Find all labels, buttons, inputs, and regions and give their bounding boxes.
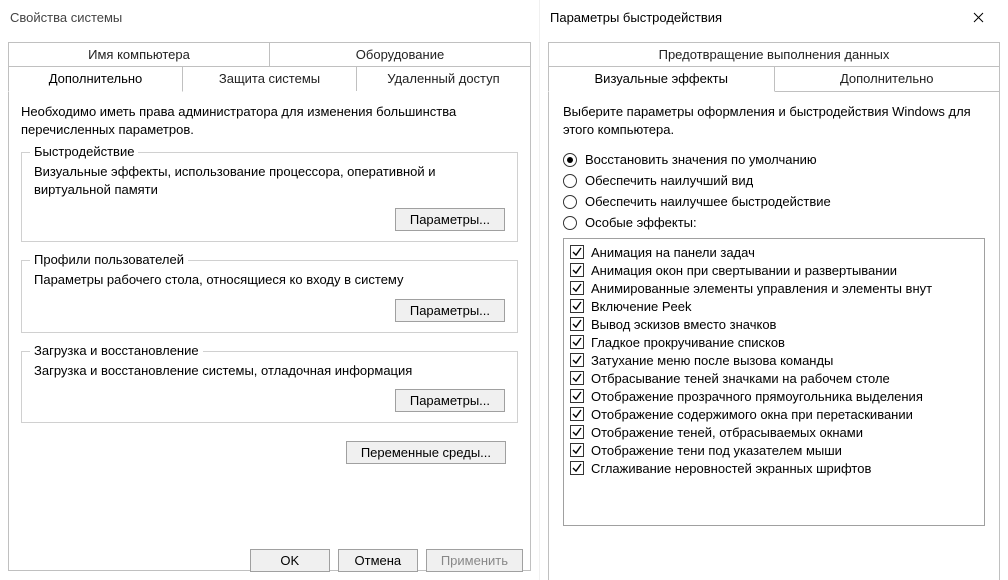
check-label: Отбрасывание теней значками на рабочем с…: [591, 371, 890, 386]
checkbox-icon: [570, 299, 584, 313]
check-label: Анимация на панели задач: [591, 245, 755, 260]
checkbox-icon: [570, 443, 584, 457]
check-option-9[interactable]: Отображение содержимого окна при перетас…: [570, 405, 978, 423]
checkbox-icon: [570, 281, 584, 295]
dialog-buttons-left: OK Отмена Применить: [250, 549, 523, 572]
checkbox-icon: [570, 335, 584, 349]
tabs-row-lower: Визуальные эффекты Дополнительно: [548, 67, 1000, 92]
group-user-profiles: Профили пользователей Параметры рабочего…: [21, 260, 518, 333]
tab-visual-effects[interactable]: Визуальные эффекты: [548, 66, 775, 92]
check-option-11[interactable]: Отображение тени под указателем мыши: [570, 441, 978, 459]
group-desc: Визуальные эффекты, использование процес…: [34, 163, 505, 198]
group-legend: Быстродействие: [30, 144, 138, 159]
group-desc: Загрузка и восстановление системы, отлад…: [34, 362, 505, 380]
check-label: Включение Peek: [591, 299, 691, 314]
tab-computer-name[interactable]: Имя компьютера: [8, 42, 270, 67]
apply-button[interactable]: Применить: [426, 549, 523, 572]
checkbox-icon: [570, 425, 584, 439]
admin-note: Необходимо иметь права администратора дл…: [21, 103, 518, 138]
radio-icon: [563, 174, 577, 188]
radio-icon: [563, 195, 577, 209]
tab-hardware[interactable]: Оборудование: [270, 42, 531, 67]
check-label: Затухание меню после вызова команды: [591, 353, 833, 368]
check-label: Отображение тени под указателем мыши: [591, 443, 842, 458]
checkbox-icon: [570, 245, 584, 259]
radio-option-1[interactable]: Обеспечить наилучший вид: [563, 173, 985, 188]
check-option-5[interactable]: Гладкое прокручивание списков: [570, 333, 978, 351]
check-option-6[interactable]: Затухание меню после вызова команды: [570, 351, 978, 369]
system-properties-dialog: Свойства системы Имя компьютера Оборудов…: [0, 0, 540, 580]
advanced-panel: Необходимо иметь права администратора дл…: [8, 91, 531, 571]
checkbox-icon: [570, 461, 584, 475]
radio-option-2[interactable]: Обеспечить наилучшее быстродействие: [563, 194, 985, 209]
check-label: Отображение содержимого окна при перетас…: [591, 407, 913, 422]
startup-recovery-settings-button[interactable]: Параметры...: [395, 389, 505, 412]
tabs-row-upper: Имя компьютера Оборудование: [8, 42, 531, 67]
environment-variables-button[interactable]: Переменные среды...: [346, 441, 506, 464]
tab-advanced-perf[interactable]: Дополнительно: [775, 66, 1001, 92]
checkbox-icon: [570, 263, 584, 277]
effects-checklist[interactable]: Анимация на панели задач Анимация окон пр…: [563, 238, 985, 526]
check-option-0[interactable]: Анимация на панели задач: [570, 243, 978, 261]
tabs-row-lower: Дополнительно Защита системы Удаленный д…: [8, 67, 531, 92]
check-option-8[interactable]: Отображение прозрачного прямоугольника в…: [570, 387, 978, 405]
group-performance: Быстродействие Визуальные эффекты, испол…: [21, 152, 518, 242]
cancel-button[interactable]: Отмена: [338, 549, 418, 572]
check-option-10[interactable]: Отображение теней, отбрасываемых окнами: [570, 423, 978, 441]
window-title: Параметры быстродействия: [550, 10, 722, 25]
group-desc: Параметры рабочего стола, относящиеся ко…: [34, 271, 505, 289]
tab-system-protection[interactable]: Защита системы: [183, 66, 357, 92]
tab-advanced[interactable]: Дополнительно: [8, 66, 183, 92]
check-label: Гладкое прокручивание списков: [591, 335, 785, 350]
check-label: Отображение теней, отбрасываемых окнами: [591, 425, 863, 440]
group-startup-recovery: Загрузка и восстановление Загрузка и вос…: [21, 351, 518, 424]
radio-icon: [563, 153, 577, 167]
user-profiles-settings-button[interactable]: Параметры...: [395, 299, 505, 322]
checkbox-icon: [570, 353, 584, 367]
check-label: Анимированные элементы управления и элем…: [591, 281, 932, 296]
performance-options-dialog: Параметры быстродействия Предотвращение …: [540, 0, 1008, 580]
performance-settings-button[interactable]: Параметры...: [395, 208, 505, 231]
group-legend: Загрузка и восстановление: [30, 343, 203, 358]
checkbox-icon: [570, 407, 584, 421]
check-label: Вывод эскизов вместо значков: [591, 317, 776, 332]
check-label: Сглаживание неровностей экранных шрифтов: [591, 461, 871, 476]
window-title: Свойства системы: [10, 10, 122, 25]
tab-remote[interactable]: Удаленный доступ: [357, 66, 531, 92]
check-option-7[interactable]: Отбрасывание теней значками на рабочем с…: [570, 369, 978, 387]
check-option-1[interactable]: Анимация окон при свертывании и разверты…: [570, 261, 978, 279]
radio-label: Особые эффекты:: [585, 215, 697, 230]
check-option-4[interactable]: Вывод эскизов вместо значков: [570, 315, 978, 333]
check-label: Отображение прозрачного прямоугольника в…: [591, 389, 923, 404]
check-label: Анимация окон при свертывании и разверты…: [591, 263, 897, 278]
visual-intro: Выберите параметры оформления и быстроде…: [563, 103, 985, 138]
radio-label: Обеспечить наилучшее быстродействие: [585, 194, 831, 209]
titlebar-left: Свойства системы: [0, 0, 539, 34]
visual-effects-panel: Выберите параметры оформления и быстроде…: [548, 91, 1000, 580]
checkbox-icon: [570, 371, 584, 385]
group-legend: Профили пользователей: [30, 252, 188, 267]
checkbox-icon: [570, 389, 584, 403]
radio-icon: [563, 216, 577, 230]
titlebar-right: Параметры быстродействия: [540, 0, 1008, 34]
radio-label: Восстановить значения по умолчанию: [585, 152, 817, 167]
checkbox-icon: [570, 317, 584, 331]
radio-option-3[interactable]: Особые эффекты:: [563, 215, 985, 230]
tabs-row-upper: Предотвращение выполнения данных: [548, 42, 1000, 67]
close-icon: [973, 12, 984, 23]
check-option-3[interactable]: Включение Peek: [570, 297, 978, 315]
check-option-2[interactable]: Анимированные элементы управления и элем…: [570, 279, 978, 297]
radio-label: Обеспечить наилучший вид: [585, 173, 753, 188]
check-option-12[interactable]: Сглаживание неровностей экранных шрифтов: [570, 459, 978, 477]
ok-button[interactable]: OK: [250, 549, 330, 572]
tab-dep[interactable]: Предотвращение выполнения данных: [548, 42, 1000, 67]
radio-option-0[interactable]: Восстановить значения по умолчанию: [563, 152, 985, 167]
close-button[interactable]: [958, 3, 998, 31]
